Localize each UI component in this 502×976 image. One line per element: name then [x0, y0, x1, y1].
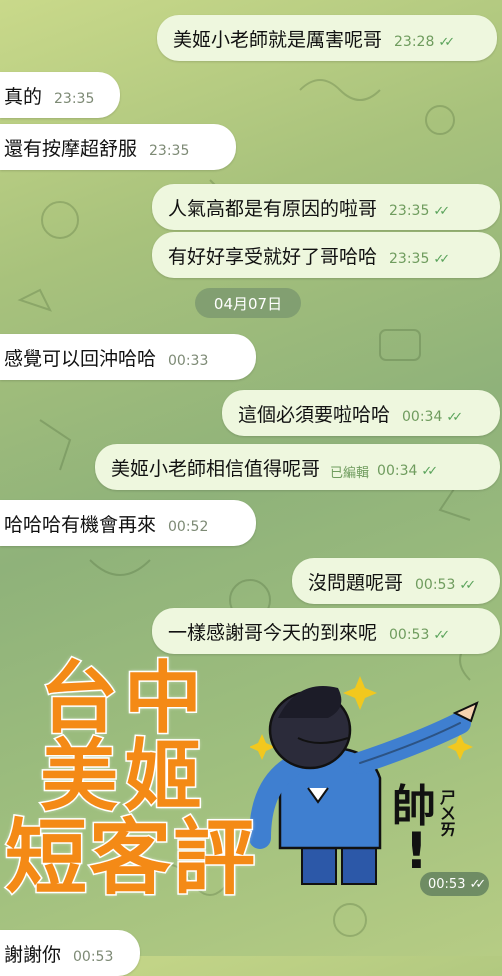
message-time: 23:35 — [389, 203, 430, 219]
message-time: 23:35 — [149, 143, 190, 159]
message-text: 感覺可以回沖哈哈 — [4, 347, 157, 370]
read-checkmarks-icon: ✓✓ — [446, 409, 463, 425]
read-checkmarks-icon: ✓✓ — [469, 876, 486, 892]
message-time: 23:28 — [394, 34, 435, 50]
read-checkmarks-icon: ✓✓ — [433, 627, 450, 643]
message-bubble-outgoing[interactable]: 美姬小老師就是厲害呢哥 23:28 ✓✓ — [157, 15, 497, 61]
read-checkmarks-icon: ✓✓ — [421, 463, 438, 479]
read-checkmarks-icon: ✓✓ — [433, 251, 450, 267]
overlay-title-line1: 台中 — [38, 654, 209, 744]
read-checkmarks-icon: ✓✓ — [438, 34, 455, 50]
message-bubble-incoming[interactable]: 哈哈哈有機會再來 00:52 — [0, 500, 256, 546]
message-bubble-incoming[interactable]: 謝謝你 00:53 — [0, 930, 140, 976]
read-checkmarks-icon: ✓✓ — [459, 577, 476, 593]
message-text: 沒問題呢哥 — [308, 571, 404, 594]
message-bubble-incoming[interactable]: 還有按摩超舒服 23:35 — [0, 124, 236, 170]
message-text: 哈哈哈有機會再來 — [4, 513, 157, 536]
message-bubble-outgoing[interactable]: 有好好享受就好了哥哈哈 23:35 ✓✓ — [152, 232, 500, 278]
message-bubble-outgoing[interactable]: 沒問題呢哥 00:53 ✓✓ — [292, 558, 500, 604]
message-time: 00:34 — [377, 463, 418, 479]
dab-boy-sticker[interactable] — [250, 668, 480, 888]
overlay-title-line2: 美姬 — [38, 732, 209, 822]
date-separator: 04月07日 — [195, 288, 301, 318]
message-bubble-outgoing[interactable]: 美姬小老師相信值得呢哥 已編輯 00:34 ✓✓ — [95, 444, 500, 490]
message-bubble-outgoing[interactable]: 這個必須要啦哈哈 00:34 ✓✓ — [222, 390, 500, 436]
message-text: 這個必須要啦哈哈 — [238, 403, 391, 426]
message-bubble-incoming[interactable]: 真的 23:35 — [0, 72, 120, 118]
message-text: 美姬小老師就是厲害呢哥 — [173, 28, 383, 51]
edited-label: 已編輯 — [330, 465, 370, 481]
message-bubble-outgoing[interactable]: 一樣感謝哥今天的到來呢 00:53 ✓✓ — [152, 608, 500, 654]
message-bubble-incoming[interactable]: 感覺可以回沖哈哈 00:33 — [0, 334, 256, 380]
sticker-exclamation: ! — [405, 822, 428, 880]
sticker-bopomofo: ㄕㄨㄞ — [440, 788, 457, 839]
message-time: 00:34 — [402, 409, 443, 425]
overlay-title-line3: 短客評 — [3, 811, 258, 906]
message-text: 一樣感謝哥今天的到來呢 — [168, 621, 378, 644]
message-time: 00:53 — [73, 949, 114, 965]
message-time: 00:52 — [168, 519, 209, 535]
message-text: 美姬小老師相信值得呢哥 — [111, 457, 321, 480]
message-time: 00:53 — [389, 627, 430, 643]
read-checkmarks-icon: ✓✓ — [433, 203, 450, 219]
message-time: 00:53 — [415, 577, 456, 593]
sticker-time: 00:53 ✓✓ — [420, 872, 490, 896]
message-bubble-outgoing[interactable]: 人氣高都是有原因的啦哥 23:35 ✓✓ — [152, 184, 500, 230]
message-time: 23:35 — [389, 251, 430, 267]
sticker-time-text: 00:53 — [428, 876, 466, 892]
message-text: 有好好享受就好了哥哈哈 — [168, 245, 378, 268]
message-time: 23:35 — [54, 91, 95, 107]
message-text: 還有按摩超舒服 — [4, 137, 138, 160]
message-text: 人氣高都是有原因的啦哥 — [168, 197, 378, 220]
message-text: 謝謝你 — [4, 943, 62, 966]
message-text: 真的 — [4, 85, 43, 108]
message-time: 00:33 — [168, 353, 209, 369]
